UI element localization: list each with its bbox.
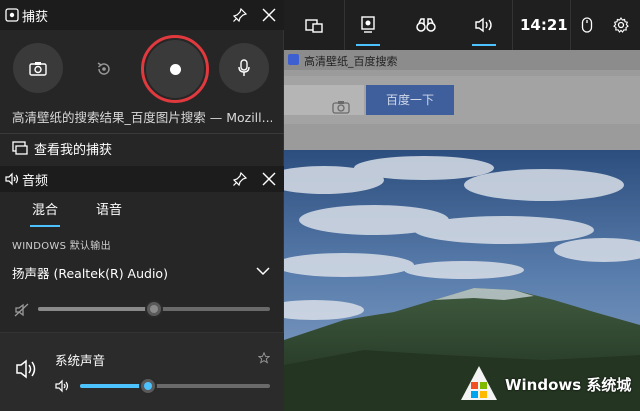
performance-button[interactable] <box>406 0 446 50</box>
gallery-icon <box>12 141 28 155</box>
master-volume-thumb[interactable] <box>145 300 163 318</box>
baidu-favicon-icon <box>288 54 299 65</box>
mouse-icon <box>581 17 593 33</box>
system-sounds-thumb-core <box>144 382 153 390</box>
favorite-star-icon[interactable] <box>258 352 270 364</box>
pin-icon[interactable] <box>232 171 248 187</box>
settings-button[interactable] <box>606 0 636 50</box>
capture-widget: 捕获 高清壁纸的搜索结果_百度图片搜索 — Mozill... 查看我的捕获 <box>0 0 284 166</box>
gear-icon <box>613 17 629 33</box>
topbar-divider <box>344 0 345 50</box>
browser-tab-title: 高清壁纸_百度搜索 <box>304 55 398 68</box>
clock: 14:21 <box>520 16 568 34</box>
mouse-settings-button[interactable] <box>574 0 600 50</box>
volume-icon[interactable] <box>55 379 69 393</box>
system-sounds-volume-thumb[interactable] <box>139 377 158 395</box>
capture-app-icon <box>5 8 19 22</box>
topbar-divider <box>570 0 571 50</box>
app-mixer-row-system-sounds: 系统声音 <box>0 333 284 411</box>
master-volume-thumb-core <box>150 305 158 313</box>
camera-search-icon[interactable] <box>332 100 350 114</box>
widget-menu-button[interactable] <box>294 0 334 50</box>
master-volume-slider[interactable] <box>38 300 270 318</box>
start-recording-button[interactable] <box>141 35 209 103</box>
capture-widget-icon <box>361 16 375 33</box>
audio-widget-header[interactable]: 音频 <box>0 166 284 192</box>
audio-widget: 音频 混合 语音 WINDOWS 默认输出 扬声器 (Realtek(R) Au… <box>0 166 284 411</box>
close-icon[interactable] <box>261 171 277 187</box>
close-icon[interactable] <box>261 7 277 23</box>
baidu-search-button[interactable]: 百度一下 <box>366 85 454 115</box>
capture-source-window: 高清壁纸的搜索结果_百度图片搜索 — Mozill... <box>12 110 272 125</box>
watermark-logo-icon <box>461 366 497 400</box>
record-last-30s-button[interactable] <box>87 52 121 86</box>
audio-widget-button[interactable] <box>464 0 504 50</box>
system-sounds-icon <box>16 359 36 379</box>
view-my-captures-label: 查看我的捕获 <box>34 142 113 158</box>
browser-tab[interactable]: 高清壁纸_百度搜索 <box>284 50 640 70</box>
microphone-toggle-button[interactable] <box>219 43 269 93</box>
watermark: Windows 系统城 <box>459 362 631 406</box>
audio-widget-icon <box>475 17 492 33</box>
game-bar-topbar: 14:21 <box>284 0 640 50</box>
microphone-icon <box>238 59 250 76</box>
capture-widget-button[interactable] <box>348 0 388 50</box>
baidu-search-row: 百度一下 <box>284 76 640 124</box>
performance-binoculars-icon <box>416 18 436 32</box>
capture-divider <box>0 133 284 134</box>
view-my-captures-link[interactable]: 查看我的捕获 <box>12 138 112 158</box>
output-device-select[interactable]: 扬声器 (Realtek(R) Audio) <box>12 263 168 282</box>
tab-voice[interactable]: 语音 <box>96 199 122 218</box>
chevron-down-icon[interactable] <box>256 266 270 276</box>
widget-menu-icon <box>305 19 323 33</box>
watermark-text: Windows 系统城 <box>505 375 632 394</box>
record-dot-icon <box>169 63 181 75</box>
pin-icon[interactable] <box>232 7 248 23</box>
system-sounds-label: 系统声音 <box>55 353 106 368</box>
default-output-heading: WINDOWS 默认输出 <box>12 241 111 252</box>
speaker-muted-icon[interactable] <box>14 302 30 318</box>
system-sounds-volume-fill <box>80 384 149 388</box>
topbar-divider <box>512 0 513 50</box>
audio-widget-title: 音频 <box>22 174 49 189</box>
capture-widget-header[interactable]: 捕获 <box>0 0 284 30</box>
system-sounds-volume-slider[interactable] <box>80 377 270 395</box>
camera-icon <box>29 61 47 76</box>
screenshot-button[interactable] <box>13 43 63 93</box>
master-volume-fill <box>38 307 154 311</box>
record-button-body <box>146 40 204 98</box>
record-last-icon <box>97 62 110 75</box>
tab-mix[interactable]: 混合 <box>29 199 61 227</box>
baidu-search-input[interactable] <box>284 85 364 115</box>
background-browser-page: 高清壁纸_百度搜索 百度一下 <box>284 0 640 411</box>
capture-widget-title: 捕获 <box>22 10 49 25</box>
speaker-app-icon <box>5 172 19 186</box>
